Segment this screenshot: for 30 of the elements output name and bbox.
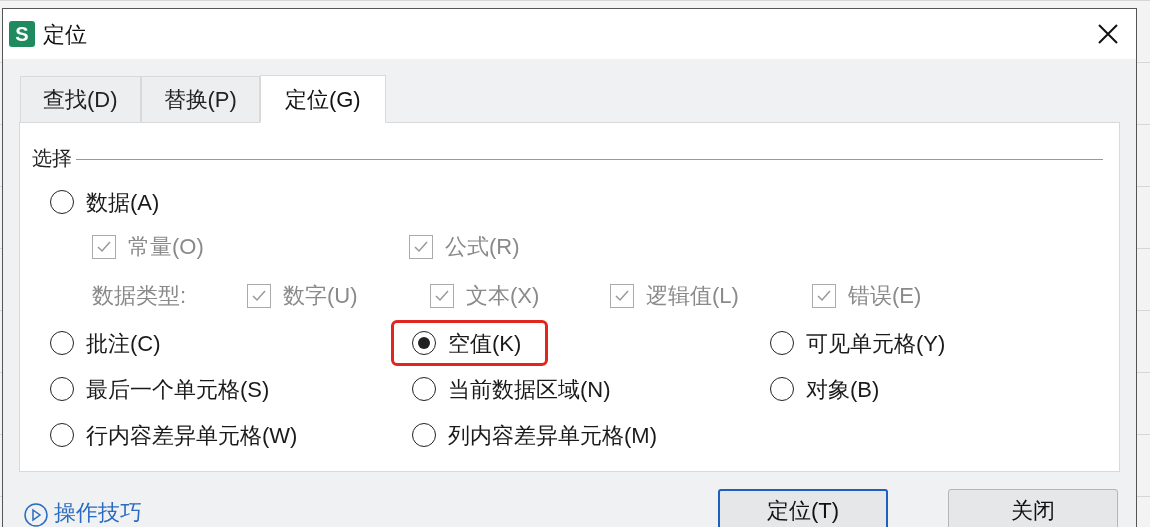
- radio-option[interactable]: 行内容差异单元格(W): [50, 412, 298, 458]
- tab[interactable]: 替换(P): [140, 76, 260, 122]
- dialog-button[interactable]: 关闭: [948, 489, 1118, 527]
- radio-option[interactable]: 空值(K): [391, 320, 549, 366]
- data-type-label: 数据类型:: [92, 282, 188, 310]
- group-title: 选择: [32, 146, 72, 171]
- play-circle-icon: [23, 502, 49, 527]
- close-icon: [1097, 23, 1119, 45]
- dialog-button[interactable]: 定位(T): [718, 489, 888, 527]
- radio-option[interactable]: 对象(B): [770, 366, 880, 412]
- radio-button[interactable]: [412, 423, 436, 447]
- tips-link[interactable]: 操作技巧: [54, 502, 142, 524]
- app-logo-icon: S: [9, 21, 35, 47]
- radio-button[interactable]: [412, 331, 436, 355]
- radio-button[interactable]: [412, 377, 436, 401]
- radio-option[interactable]: 可见单元格(Y): [770, 320, 946, 366]
- radio-option[interactable]: 最后一个单元格(S): [50, 366, 270, 412]
- radio-button[interactable]: [50, 190, 74, 214]
- tab[interactable]: 定位(G): [259, 75, 386, 123]
- radio-option[interactable]: 批注(C): [50, 320, 161, 366]
- radio-button[interactable]: [770, 377, 794, 401]
- radio-button[interactable]: [50, 423, 74, 447]
- radio-option[interactable]: 数据(A): [50, 179, 1103, 225]
- window-title: 定位: [43, 20, 87, 49]
- radio-button[interactable]: [50, 331, 74, 355]
- radio-option[interactable]: 当前数据区域(N): [412, 366, 611, 412]
- tab[interactable]: 查找(D): [20, 76, 141, 122]
- radio-option[interactable]: 列内容差异单元格(M): [412, 412, 657, 458]
- radio-button[interactable]: [770, 331, 794, 355]
- radio-button[interactable]: [50, 377, 74, 401]
